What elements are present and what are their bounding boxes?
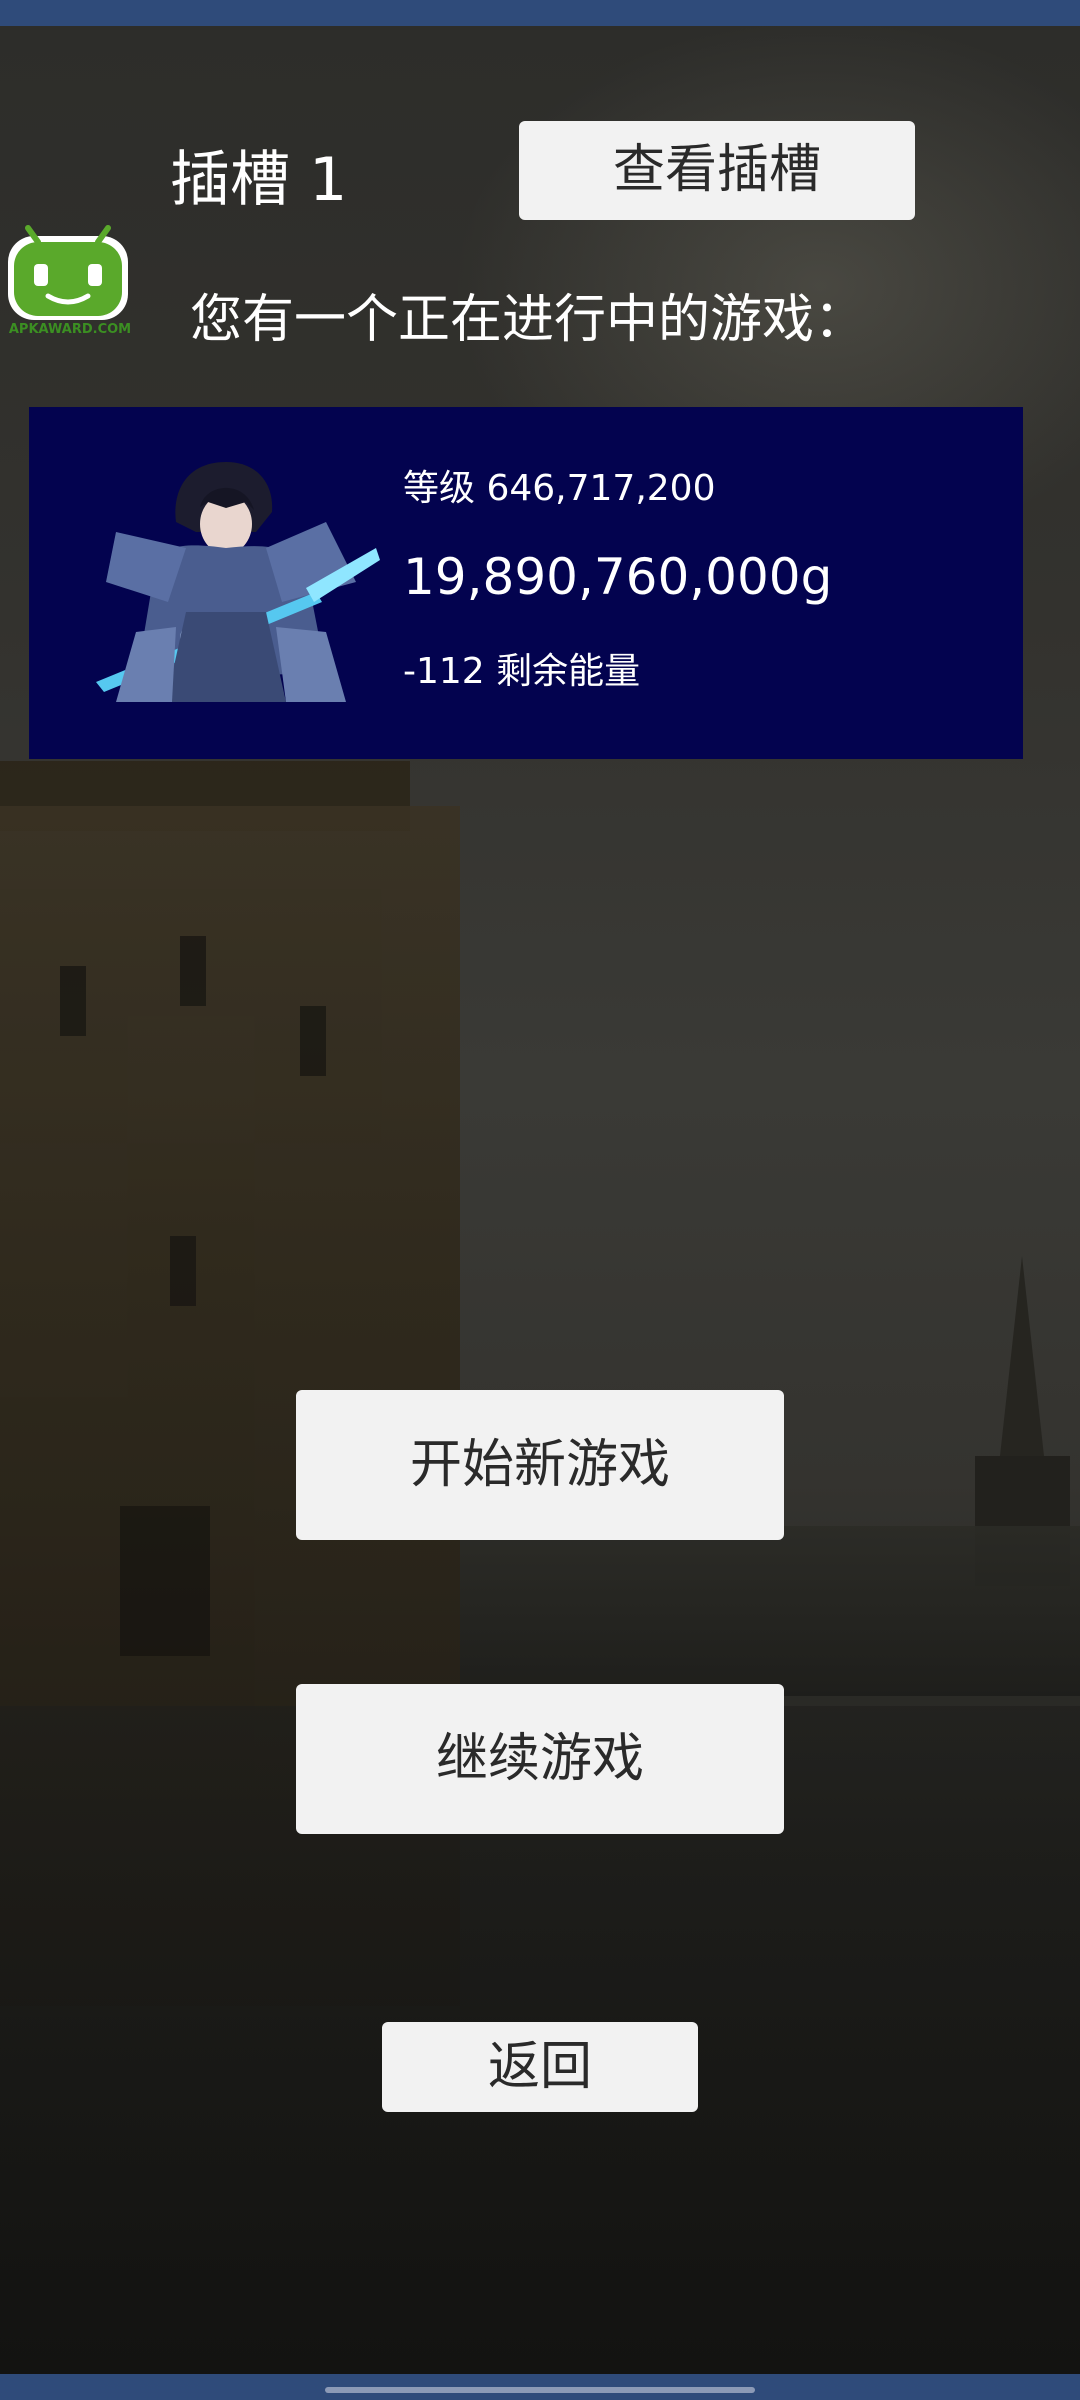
tower-gate <box>120 1506 210 1656</box>
android-robot-icon <box>8 225 128 320</box>
new-game-button[interactable]: 开始新游戏 <box>296 1390 784 1540</box>
status-bar <box>0 0 1080 26</box>
save-gold: 19,890,760,000g <box>403 548 833 606</box>
back-button[interactable]: 返回 <box>382 2022 698 2112</box>
slot-title: 插槽 1 <box>170 145 348 215</box>
tower-window <box>60 966 86 1036</box>
continue-game-button[interactable]: 继续游戏 <box>296 1684 784 1834</box>
tower-window <box>180 936 206 1006</box>
save-level: 等级 646,717,200 <box>403 468 716 509</box>
view-slots-button[interactable]: 查看插槽 <box>519 121 915 220</box>
navigation-bar <box>0 2374 1080 2400</box>
hero-portrait <box>76 452 380 704</box>
distant-town <box>460 1526 1080 1696</box>
in-progress-message: 您有一个正在进行中的游戏： <box>190 290 867 350</box>
watermark-text: APKAWARD.COM <box>8 322 132 337</box>
save-game-card[interactable]: 等级 646,717,200 19,890,760,000g -112 剩余能量 <box>29 407 1023 759</box>
tower-window <box>300 1006 326 1076</box>
tower-window <box>170 1236 196 1306</box>
apkaward-watermark: APKAWARD.COM <box>4 224 132 344</box>
save-energy: -112 剩余能量 <box>403 651 641 692</box>
home-gesture-handle[interactable] <box>325 2387 755 2393</box>
church-spire <box>1000 1256 1044 1456</box>
